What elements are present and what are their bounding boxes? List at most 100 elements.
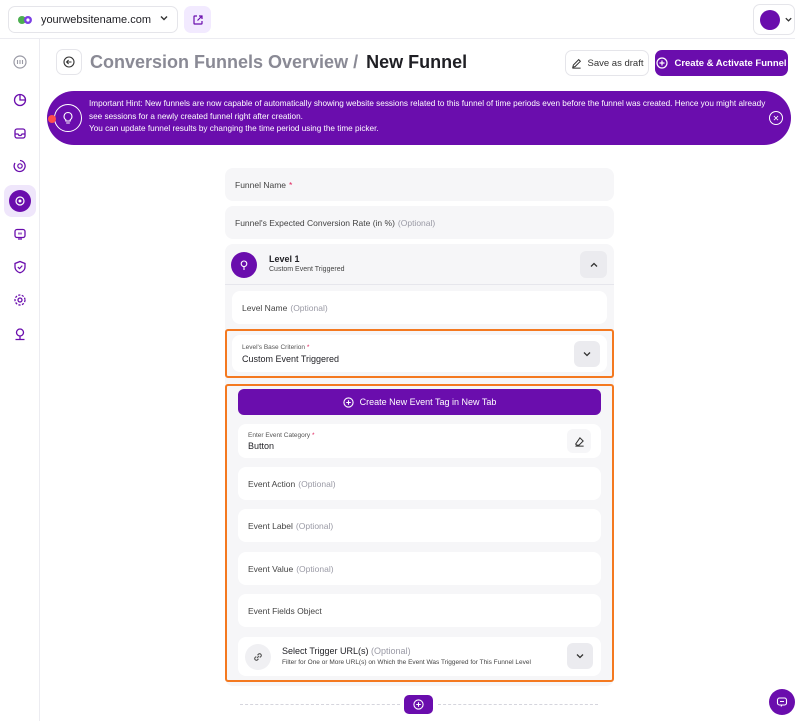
collapse-level-button[interactable] (580, 251, 607, 278)
sidebar-item-home[interactable] (8, 50, 32, 74)
optional-tag: (Optional) (290, 302, 328, 313)
conversion-rate-label: Funnel's Expected Conversion Rate (in %) (235, 217, 395, 228)
sidebar-item-security[interactable] (8, 255, 32, 279)
event-category-label: Enter Event Category (248, 431, 311, 439)
link-icon (245, 644, 271, 670)
event-label-label: Event Label (248, 520, 293, 531)
event-value-field[interactable]: Event Value (Optional) (238, 552, 601, 585)
chevron-down-icon (159, 13, 169, 26)
sidebar-item-funnels[interactable] (4, 185, 36, 217)
funnel-name-label: Funnel Name (235, 179, 287, 190)
optional-tag: (Optional) (371, 646, 411, 656)
required-mark: * (311, 431, 315, 439)
recordings-icon (14, 228, 26, 240)
event-value-label: Event Value (248, 563, 294, 574)
avatar (760, 9, 780, 30)
trigger-url-dropdown[interactable] (567, 643, 593, 669)
eraser-icon (574, 436, 584, 447)
level-name-label: Level Name (242, 302, 288, 313)
base-criterion-select[interactable]: Level's Base Criterion * Custom Event Tr… (232, 335, 607, 372)
breadcrumb-parent[interactable]: Conversion Funnels Overview / (90, 52, 358, 73)
funnel-name-field[interactable]: Funnel Name * (225, 168, 614, 201)
gear-icon (14, 294, 26, 306)
conversion-rate-field[interactable]: Funnel's Expected Conversion Rate (in %)… (225, 206, 614, 239)
create-activate-label: Create & Activate Funnel (674, 57, 787, 69)
hint-line-1: Important Hint: New funnels are now capa… (89, 99, 766, 121)
event-action-label: Event Action (248, 478, 296, 489)
base-criterion-dropdown[interactable] (574, 341, 600, 367)
optional-tag: (Optional) (397, 217, 436, 228)
event-fields-object-field[interactable]: Event Fields Object (238, 594, 601, 627)
required-mark: * (306, 343, 310, 351)
divider-right (438, 704, 598, 705)
hint-banner: Important Hint: New funnels are now capa… (47, 91, 791, 145)
chevron-down-icon (583, 352, 591, 357)
shield-icon (14, 260, 26, 274)
divider-left (240, 704, 400, 705)
external-link-icon (192, 14, 203, 25)
location-icon (15, 328, 25, 341)
event-category-field[interactable]: Enter Event Category * Button (238, 424, 601, 458)
website-selector[interactable]: yourwebsitename.com (8, 6, 178, 33)
top-bar: yourwebsitename.com (0, 0, 795, 39)
chevron-up-icon (590, 262, 597, 267)
sidebar-item-settings[interactable] (8, 288, 32, 312)
sidebar-item-locations[interactable] (8, 322, 32, 346)
sidebar-item-goals[interactable] (8, 154, 32, 178)
optional-tag: (Optional) (295, 520, 334, 531)
close-icon[interactable]: ✕ (769, 111, 783, 125)
clear-category-button[interactable] (567, 429, 591, 453)
chevron-down-icon (785, 17, 792, 22)
page-header: Conversion Funnels Overview / New Funnel (56, 48, 467, 76)
user-menu[interactable] (753, 4, 795, 35)
level-title: Level 1 (269, 254, 300, 264)
open-website-button[interactable] (184, 6, 211, 33)
back-button[interactable] (56, 49, 82, 75)
optional-tag: (Optional) (296, 563, 334, 574)
sidebar-item-analytics[interactable] (8, 88, 32, 112)
event-category-value: Button (248, 440, 275, 451)
page-title: New Funnel (366, 51, 468, 72)
sidebar (0, 39, 40, 721)
divider (225, 284, 614, 285)
dashboard-icon (13, 55, 27, 69)
required-mark: * (289, 179, 293, 190)
hint-line-2: You can update funnel results by changin… (89, 124, 379, 133)
site-logo-icon (17, 15, 32, 24)
plus-circle-icon (413, 699, 424, 710)
level-subtitle: Custom Event Triggered (269, 266, 345, 273)
create-event-tag-button[interactable]: Create New Event Tag in New Tab (238, 389, 601, 415)
event-fields-label: Event Fields Object (248, 605, 322, 616)
add-level-button[interactable] (404, 695, 433, 714)
funnel-icon (15, 196, 25, 206)
hint-text: Important Hint: New funnels are now capa… (89, 98, 769, 136)
save-draft-button[interactable]: Save as draft (565, 50, 649, 76)
chevron-down-icon (576, 654, 584, 659)
website-name: yourwebsitename.com (40, 13, 151, 26)
pencil-icon (571, 58, 581, 69)
create-event-tag-label: Create New Event Tag in New Tab (359, 397, 497, 407)
create-activate-button[interactable]: Create & Activate Funnel (655, 50, 788, 76)
target-icon (13, 159, 26, 173)
notification-dot (48, 115, 56, 123)
event-action-field[interactable]: Event Action (Optional) (238, 467, 601, 500)
chat-icon (776, 697, 788, 707)
save-draft-label: Save as draft (587, 57, 644, 69)
arrow-left-icon (63, 56, 75, 68)
base-criterion-label: Level's Base Criterion (242, 343, 306, 351)
pie-chart-icon (13, 93, 27, 107)
sidebar-item-sessions[interactable] (8, 222, 32, 246)
sidebar-item-inbox[interactable] (8, 121, 32, 145)
inbox-icon (14, 128, 26, 139)
trigger-url-select[interactable]: Select Trigger URL(s) (Optional) Filter … (238, 637, 601, 676)
level-icon (231, 252, 257, 278)
lightbulb-icon (48, 104, 82, 132)
optional-tag: (Optional) (298, 478, 336, 489)
trigger-url-title: Select Trigger URL(s) (282, 646, 369, 656)
plus-circle-icon (342, 396, 354, 408)
base-criterion-value: Custom Event Triggered (242, 353, 340, 364)
location-pin-icon (240, 260, 248, 270)
level-name-field[interactable]: Level Name (Optional) (232, 291, 607, 324)
chat-button[interactable] (769, 689, 795, 715)
event-label-field[interactable]: Event Label (Optional) (238, 509, 601, 542)
